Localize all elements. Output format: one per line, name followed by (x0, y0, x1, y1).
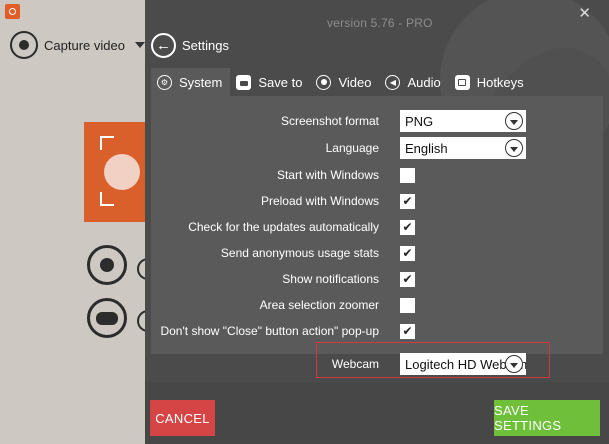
close-icon[interactable]: ✕ (578, 4, 591, 22)
cancel-button[interactable]: CANCEL (150, 400, 215, 436)
select-value: PNG (405, 113, 434, 129)
select-value: English (405, 140, 448, 156)
webcam-select[interactable]: Logitech HD Webcam (400, 353, 526, 375)
settings-tabs: ⚙ System Save to Video ◀ Audio Hotkeys (151, 68, 532, 96)
save-settings-button[interactable]: SAVE SETTINGS (494, 400, 600, 436)
chevron-down-icon (505, 139, 523, 157)
anonymous-stats-checkbox[interactable]: ✔ (400, 245, 415, 261)
folder-icon (236, 74, 252, 90)
tab-label: Audio (407, 74, 441, 90)
language-select[interactable]: English (400, 137, 526, 159)
page-title: Settings (182, 38, 229, 53)
tab-label: Save to (258, 74, 303, 90)
capture-mode-label: Capture video (44, 37, 125, 53)
checkmark-icon: ✔ (402, 194, 413, 208)
tab-system[interactable]: ⚙ System (151, 68, 231, 96)
setting-row-area-zoomer: Area selection zoomer (151, 294, 603, 316)
setting-row-preload-with-windows: Preload with Windows ✔ (151, 190, 603, 212)
start-with-windows-checkbox[interactable] (400, 167, 415, 183)
setting-row-screenshot-format: Screenshot format PNG (151, 110, 603, 132)
chevron-down-icon (505, 355, 523, 373)
version-label: version 5.76 - PRO (327, 16, 433, 30)
dont-show-close-label: Don't show "Close" button action" pop-up (160, 324, 379, 338)
keyboard-icon (454, 74, 470, 90)
check-updates-label: Check for the updates automatically (188, 220, 379, 234)
frame-corner-icon (100, 192, 114, 206)
settings-footer: CANCEL SAVE SETTINGS (145, 382, 609, 444)
tab-video[interactable]: Video (310, 68, 379, 96)
preload-with-windows-label: Preload with Windows (260, 194, 379, 208)
dropdown-arrow-icon (134, 42, 145, 48)
webcam-preview-thumbnail (84, 122, 149, 222)
record-icon (10, 31, 38, 59)
checkmark-icon: ✔ (402, 220, 413, 234)
setting-row-dont-show-close: Don't show "Close" button action" pop-up… (151, 320, 603, 342)
preload-with-windows-checkbox[interactable]: ✔ (400, 193, 415, 209)
frame-corner-icon (100, 136, 114, 150)
show-notifications-checkbox[interactable]: ✔ (400, 271, 415, 287)
tab-label: Video (338, 74, 372, 90)
checkmark-icon: ✔ (402, 246, 413, 260)
dont-show-close-checkbox[interactable]: ✔ (400, 323, 415, 339)
setting-row-start-with-windows: Start with Windows (151, 164, 603, 186)
settings-panel: version 5.76 - PRO ✕ ← Settings ⚙ System… (145, 0, 609, 444)
start-with-windows-label: Start with Windows (276, 168, 379, 182)
back-button[interactable]: ← Settings (151, 33, 229, 58)
area-zoomer-label: Area selection zoomer (259, 298, 379, 312)
check-updates-checkbox[interactable]: ✔ (400, 219, 415, 235)
setting-row-check-updates: Check for the updates automatically ✔ (151, 216, 603, 238)
setting-row-anonymous-stats: Send anonymous usage stats ✔ (151, 242, 603, 264)
screenshot-format-select[interactable]: PNG (400, 110, 526, 132)
anonymous-stats-label: Send anonymous usage stats (220, 246, 379, 260)
chevron-down-icon (505, 112, 523, 130)
area-zoomer-checkbox[interactable] (400, 297, 415, 313)
back-arrow-icon: ← (151, 33, 176, 58)
app-logo-icon (5, 4, 20, 19)
tab-label: System (179, 74, 223, 90)
webcam-label: Webcam (331, 357, 379, 371)
setting-row-webcam: Webcam Logitech HD Webcam (151, 353, 603, 375)
tab-label: Hotkeys (476, 74, 524, 90)
record-button[interactable] (87, 245, 127, 285)
lens-icon (104, 154, 140, 190)
record-icon (316, 74, 332, 90)
speaker-icon: ◀ (385, 74, 401, 90)
show-notifications-label: Show notifications (282, 272, 379, 286)
capture-mode-selector[interactable]: Capture video (10, 30, 145, 60)
gears-icon: ⚙ (157, 74, 172, 90)
checkmark-icon: ✔ (402, 272, 413, 286)
tab-hotkeys[interactable]: Hotkeys (449, 68, 532, 96)
tab-audio[interactable]: ◀ Audio (379, 68, 448, 96)
gamepad-icon (96, 312, 118, 325)
system-settings-content: Screenshot format PNG Language English S… (151, 96, 603, 354)
setting-row-show-notifications: Show notifications ✔ (151, 268, 603, 290)
screenshot-format-label: Screenshot format (280, 114, 379, 128)
checkmark-icon: ✔ (402, 324, 413, 338)
tab-save-to[interactable]: Save to (230, 68, 310, 96)
setting-row-language: Language English (151, 137, 603, 159)
language-label: Language (325, 141, 379, 155)
game-mode-button[interactable] (87, 298, 127, 338)
